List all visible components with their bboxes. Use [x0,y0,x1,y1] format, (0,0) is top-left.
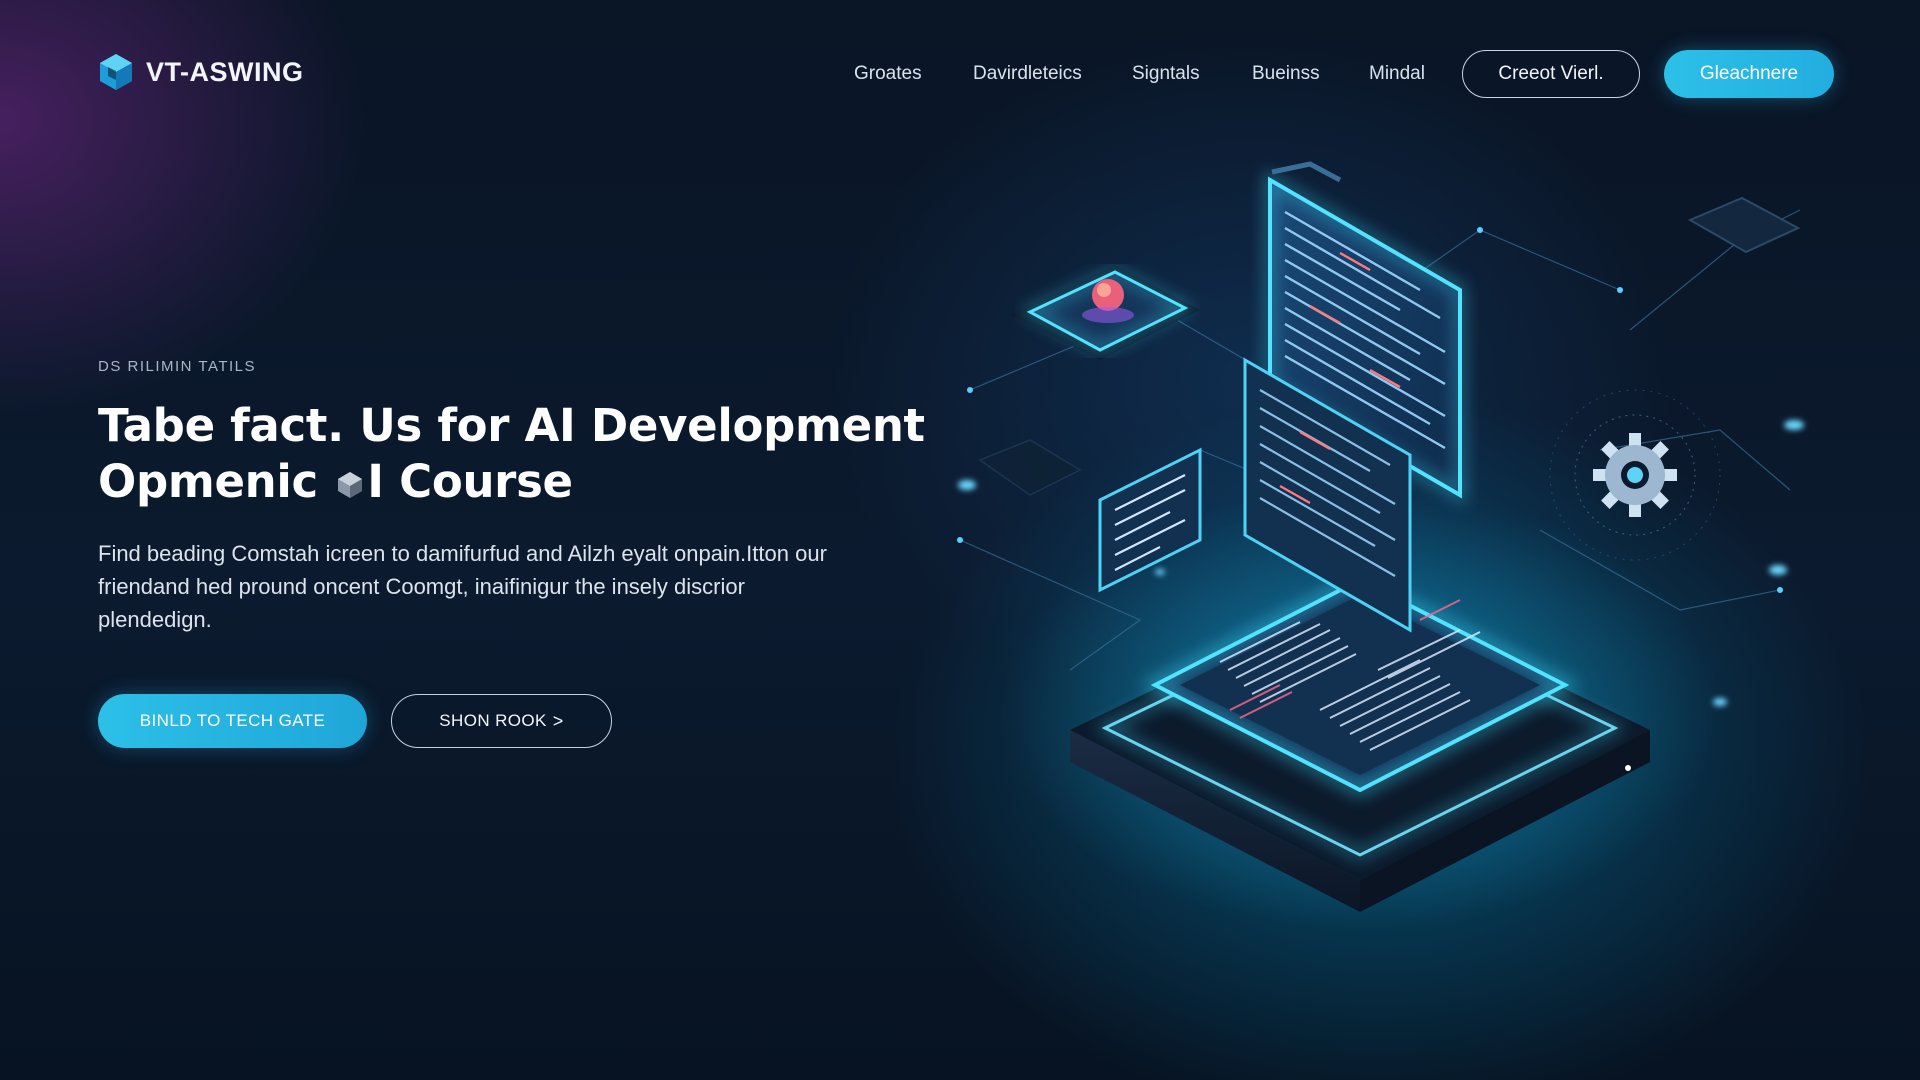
ai-chip-icon [1010,265,1200,360]
headline-line-2: Opmenic I Course [98,454,878,510]
nav-link-davirdleteics[interactable]: Davirdleteics [973,50,1082,98]
chevron-right-icon: > [552,710,564,731]
hero-description: Find beading Comstah icreen to damifurfu… [98,541,827,632]
secondary-cta-label: SHON ROOK [439,711,547,730]
top-nav: Groates Davirdleteics Signtals Bueinss M… [0,50,1920,98]
nav-link-signtals[interactable]: Signtals [1132,50,1200,98]
hero-headline: Tabe fact. Us for AI Development Opmenic… [98,398,925,510]
headline-line-1: Tabe fact. Us for AI Development [98,399,925,452]
ai-badge-icon [338,472,363,498]
hero-eyebrow: DS RILIMIN TATILS [98,358,257,375]
nav-cta-button[interactable]: Gleachnere [1664,50,1834,98]
ai-platform-illustration [957,161,1804,930]
primary-cta-button[interactable]: BINLD TO TECH GATE [98,694,367,748]
nav-link-groates[interactable]: Groates [854,50,922,98]
nav-outline-button[interactable]: Creeot Vierl. [1462,50,1640,98]
nav-link-bueinss[interactable]: Bueinss [1252,50,1320,98]
nav-link-mindal[interactable]: Mindal [1369,50,1425,98]
headline-line-2-start: Opmenic [98,455,318,508]
landing-page: VT-ASWING Groates Davirdleteics Signtals… [0,0,1920,1080]
secondary-cta-button[interactable]: SHON ROOK > [391,694,612,748]
headline-line-2-end: I Course [367,455,573,508]
